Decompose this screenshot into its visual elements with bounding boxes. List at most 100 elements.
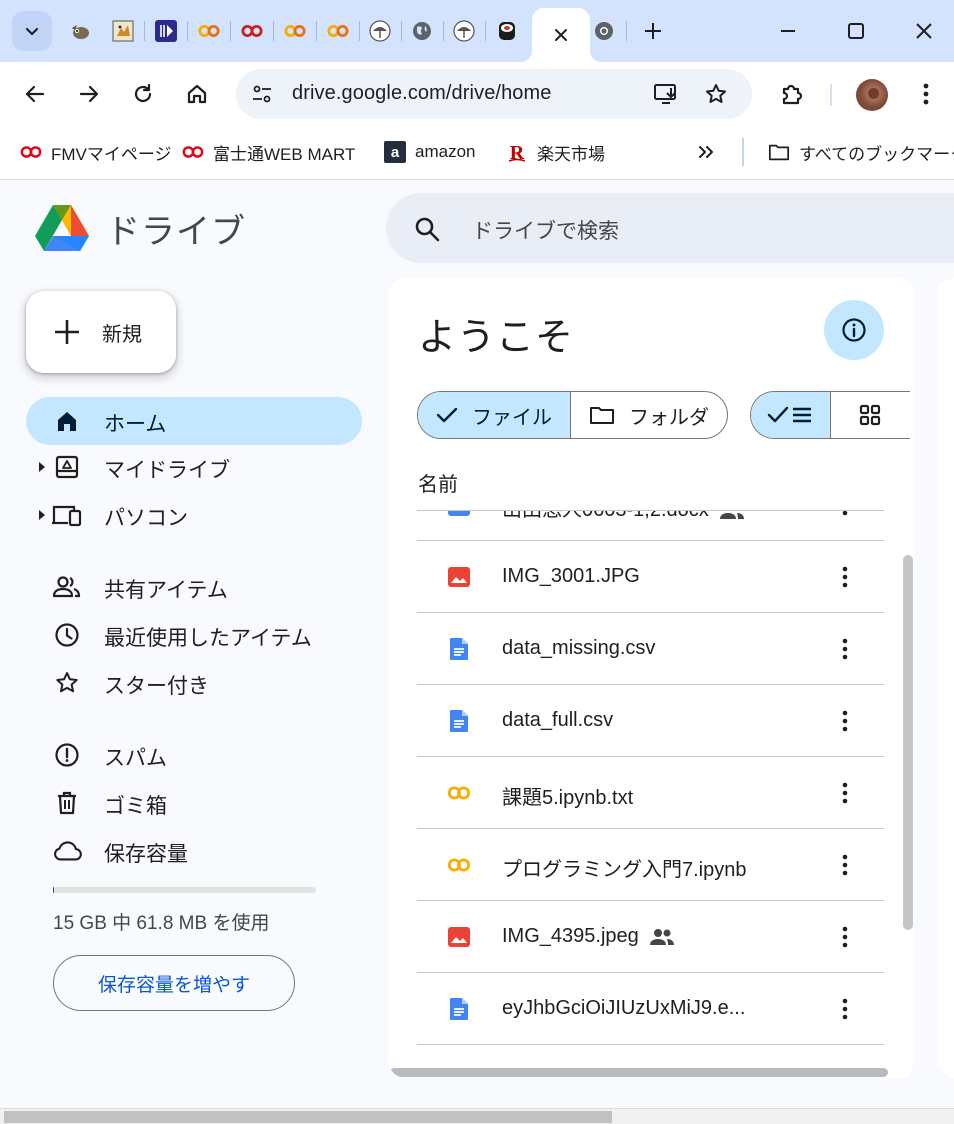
chrome-icon [593, 20, 615, 42]
grid-view-button[interactable] [831, 392, 910, 438]
new-button[interactable]: 新規 [26, 291, 176, 373]
svg-text:a: a [391, 144, 400, 161]
file-more-actions-button[interactable] [829, 705, 861, 737]
sidebar-item-spam[interactable]: スパム [26, 731, 362, 779]
expand-caret-icon[interactable] [39, 510, 45, 520]
tab-colab-1[interactable] [189, 14, 229, 48]
file-row[interactable]: data_full.csv [417, 685, 884, 757]
close-window-button[interactable] [894, 12, 954, 50]
bookmark-fmv[interactable]: FMVマイページ [20, 138, 172, 166]
sushi-icon [496, 20, 518, 42]
drive-search-bar[interactable]: ドライブで検索 [386, 193, 954, 263]
file-row[interactable]: プログラミング入門7.ipynb [417, 829, 884, 901]
bookmark-fujitsu[interactable]: 富士通WEB MART [182, 138, 355, 166]
more-vert-icon [842, 782, 848, 804]
drive-logo[interactable]: ドライブ [34, 203, 246, 253]
expand-caret-icon[interactable] [39, 462, 45, 472]
drive-page: ドライブ ドライブで検索 新規 ホーム マイドライブ パソコン 共有アイテム 最… [0, 181, 954, 1110]
check-list-icon [768, 406, 812, 423]
file-list-scrollbar[interactable] [903, 555, 913, 930]
tab-university-2[interactable] [444, 14, 484, 48]
double-chevron-right-icon [699, 146, 713, 158]
tab-colab-2[interactable] [275, 14, 315, 48]
file-row[interactable]: IMG_3001.JPG [417, 541, 884, 613]
file-more-actions-button[interactable] [829, 633, 861, 665]
page-horizontal-scrollbar[interactable] [0, 1108, 954, 1124]
file-row[interactable]: 課題5.ipynb.txt [417, 757, 884, 829]
url-text[interactable]: drive.google.com/drive/home [292, 82, 552, 105]
back-arrow-icon [25, 85, 45, 103]
file-more-actions-button[interactable] [829, 921, 861, 953]
install-app-button[interactable] [648, 76, 684, 112]
sidebar-item-my-drive[interactable]: マイドライブ [26, 443, 362, 491]
tab-gimp[interactable] [60, 14, 100, 48]
tab-media-player[interactable] [146, 14, 186, 48]
file-row[interactable]: W 山田悠人0603-1,2.docx [417, 511, 884, 541]
minimize-button[interactable] [758, 12, 818, 50]
tab-chrome[interactable] [584, 14, 624, 48]
search-input[interactable]: ドライブで検索 [472, 215, 619, 245]
list-view-button[interactable] [751, 392, 831, 438]
tab-colab-3[interactable] [318, 14, 358, 48]
browser-menu-button[interactable] [906, 74, 946, 114]
column-header-name[interactable]: 名前 [418, 468, 458, 497]
more-vert-icon [842, 998, 848, 1020]
home-button[interactable] [177, 74, 217, 114]
bookmark-amazon[interactable]: a amazon [384, 138, 475, 166]
tab-drive-active[interactable] [520, 8, 602, 62]
file-row[interactable]: IMG_4395.jpeg [417, 901, 884, 973]
new-tab-button[interactable] [636, 14, 670, 48]
file-row[interactable]: eyJhbGciOiJIUzUxMiJ9.e... [417, 973, 884, 1045]
file-more-actions-button[interactable] [829, 993, 861, 1025]
clock-icon [52, 623, 82, 647]
university-emblem-icon [369, 20, 391, 42]
extensions-button[interactable] [772, 74, 812, 114]
google-doc-icon [447, 709, 471, 733]
reload-button[interactable] [123, 74, 163, 114]
site-info-icon[interactable] [244, 76, 280, 112]
side-panel-card [938, 278, 954, 1078]
profile-avatar[interactable] [856, 79, 888, 111]
filter-files-chip[interactable]: ファイル [418, 392, 570, 438]
maximize-icon [848, 23, 864, 39]
check-icon [436, 407, 458, 423]
bookmarks-overflow-button[interactable] [696, 138, 716, 166]
filter-folders-chip[interactable]: フォルダ [570, 392, 727, 438]
bookmark-rakuten[interactable]: R 楽天市場 [506, 138, 605, 166]
sidebar-item-starred[interactable]: スター付き [26, 659, 362, 707]
sidebar-item-storage[interactable]: 保存容量 [26, 827, 362, 875]
sidebar-item-home[interactable]: ホーム [26, 397, 362, 445]
get-more-storage-button[interactable]: 保存容量を増やす [53, 955, 295, 1011]
minimize-icon [781, 30, 795, 32]
tab-cat-game[interactable] [103, 14, 143, 48]
media-player-icon [155, 20, 177, 42]
horizontal-scrollbar[interactable] [390, 1068, 888, 1077]
tab-sushi[interactable] [487, 14, 527, 48]
tab-globe[interactable] [402, 14, 442, 48]
forward-button[interactable] [69, 74, 109, 114]
sidebar-item-shared[interactable]: 共有アイテム [26, 563, 362, 611]
tab-search-button[interactable] [12, 11, 52, 51]
all-bookmarks-button[interactable]: すべてのブックマーク [768, 138, 954, 166]
file-more-actions-button[interactable] [829, 849, 861, 881]
file-more-actions-button[interactable] [829, 561, 861, 593]
details-info-button[interactable] [824, 300, 884, 360]
address-bar[interactable]: drive.google.com/drive/home [236, 69, 752, 119]
bookmark-star-button[interactable] [698, 76, 734, 112]
tab-university-1[interactable] [360, 14, 400, 48]
sidebar-item-trash[interactable]: ゴミ箱 [26, 779, 362, 827]
tab-red-loops[interactable] [232, 14, 272, 48]
sidebar-item-recent[interactable]: 最近使用したアイテム [26, 611, 362, 659]
sidebar-item-computers[interactable]: パソコン [26, 491, 362, 539]
file-more-actions-button[interactable] [829, 511, 861, 521]
maximize-button[interactable] [826, 12, 886, 50]
more-vert-icon [842, 710, 848, 732]
spam-icon [52, 743, 82, 767]
back-button[interactable] [15, 74, 55, 114]
close-icon[interactable] [553, 27, 569, 43]
search-icon[interactable] [414, 216, 440, 242]
file-row[interactable]: data_missing.csv [417, 613, 884, 685]
file-more-actions-button[interactable] [829, 777, 861, 809]
word-doc-icon: W [447, 511, 471, 517]
image-file-icon [447, 925, 471, 949]
